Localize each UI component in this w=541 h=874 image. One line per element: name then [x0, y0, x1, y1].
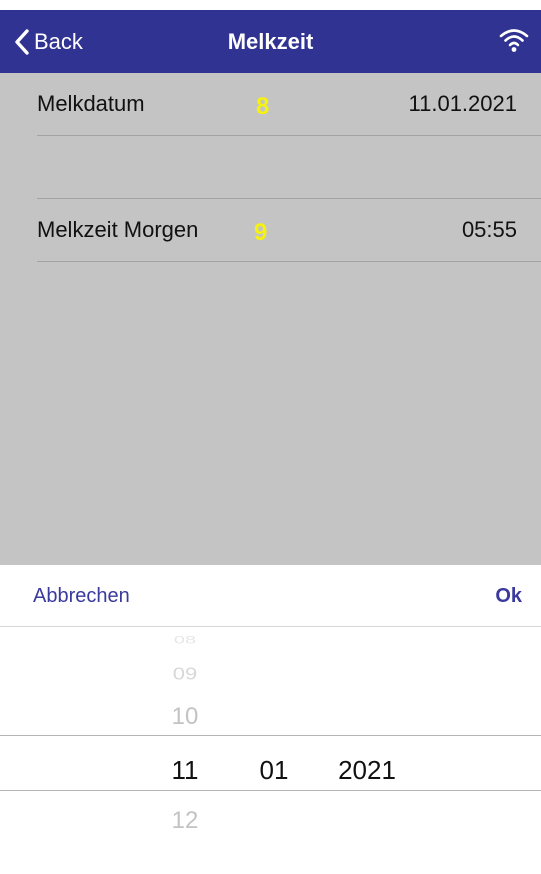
navigation-bar: Back Melkzeit [0, 10, 541, 73]
back-button[interactable]: Back [14, 24, 83, 60]
ok-button[interactable]: Ok [495, 565, 522, 627]
milking-date-value: 11.01.2021 [408, 91, 517, 116]
page: Back Melkzeit Melkdatum 8 11.01.2021 Mel… [0, 0, 541, 874]
settings-content: Melkdatum 8 11.01.2021 Melkzeit Morgen 9… [0, 73, 541, 565]
milking-date-badge: 8 [256, 93, 270, 120]
picker-day-option[interactable]: 12 [155, 807, 215, 835]
morning-milking-time-row[interactable]: Melkzeit Morgen 9 05:55 [37, 199, 541, 262]
milking-date-label: Melkdatum [37, 91, 145, 116]
milking-date-row[interactable]: Melkdatum 8 11.01.2021 [37, 73, 541, 136]
picker-day-option[interactable]: 08 [155, 634, 215, 647]
empty-row [37, 136, 541, 199]
picker-year-selected[interactable]: 2021 [322, 755, 412, 786]
date-picker[interactable]: 08 09 10 11 12 01 2021 [0, 627, 541, 874]
morning-milking-time-value: 05:55 [461, 217, 517, 242]
morning-milking-time-badge: 9 [254, 219, 268, 246]
picker-selection-line-bottom [0, 790, 541, 791]
picker-toolbar: Abbrechen Ok [0, 565, 541, 627]
picker-selection-line-top [0, 735, 541, 736]
back-label: Back [34, 29, 83, 54]
picker-day-option[interactable]: 09 [155, 664, 215, 685]
status-bar-space [0, 0, 541, 10]
chevron-left-icon [14, 29, 30, 55]
morning-milking-time-label: Melkzeit Morgen [37, 217, 199, 242]
picker-day-selected[interactable]: 11 [155, 755, 215, 786]
wifi-icon [499, 27, 529, 58]
picker-month-selected[interactable]: 01 [244, 755, 304, 786]
cancel-button[interactable]: Abbrechen [33, 565, 130, 627]
picker-day-option[interactable]: 10 [155, 703, 215, 731]
